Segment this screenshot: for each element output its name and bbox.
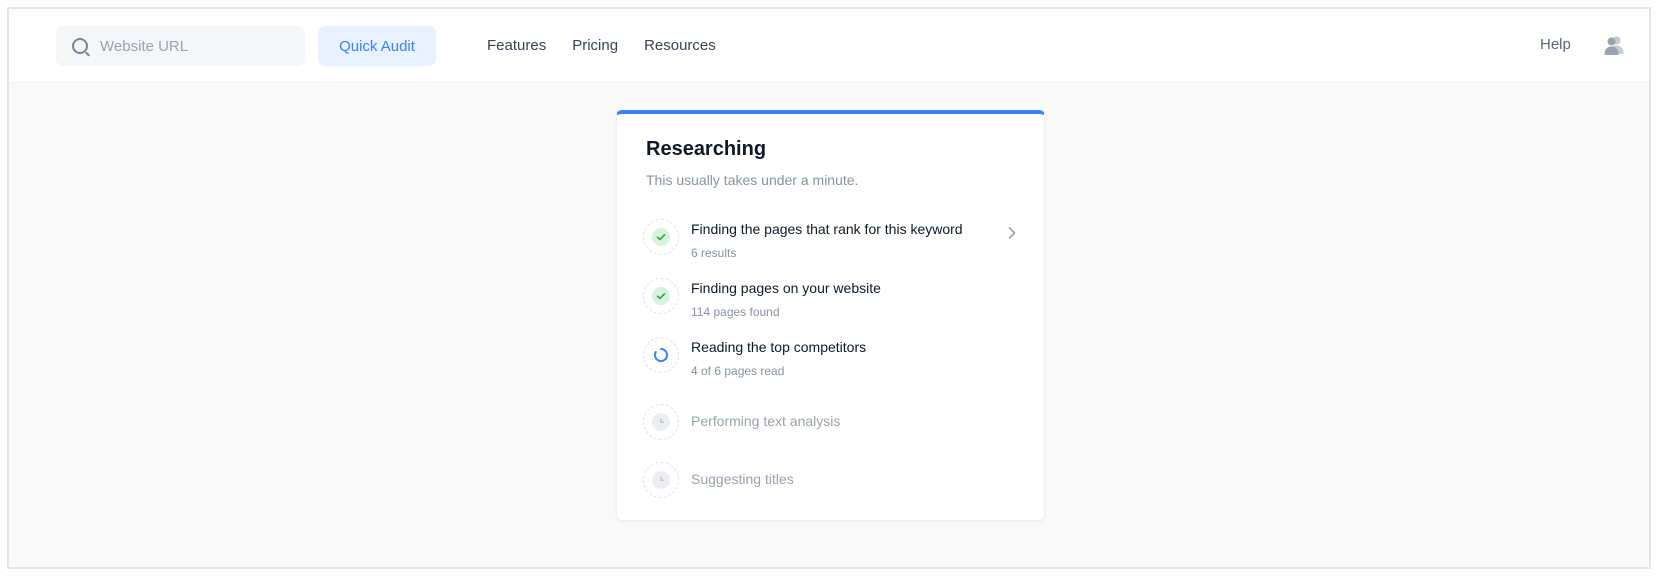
main-nav: Features Pricing Resources xyxy=(487,9,716,82)
app-window: Quick Audit Features Pricing Resources H… xyxy=(7,7,1651,569)
clock-icon xyxy=(652,471,670,489)
step-text-analysis: Performing text analysis xyxy=(643,404,1023,444)
step-status xyxy=(643,462,679,498)
step-find-website-pages: Finding pages on your website 114 pages … xyxy=(643,278,1023,319)
step-title: Finding pages on your website xyxy=(691,280,881,296)
step-detail: 6 results xyxy=(691,246,737,260)
step-status xyxy=(643,404,679,440)
step-suggest-titles: Suggesting titles xyxy=(643,462,1023,502)
step-status xyxy=(643,219,679,255)
nav-resources[interactable]: Resources xyxy=(644,37,716,54)
step-title: Finding the pages that rank for this key… xyxy=(691,221,963,237)
step-find-ranking-pages[interactable]: Finding the pages that rank for this key… xyxy=(643,219,1023,260)
step-detail: 4 of 6 pages read xyxy=(691,364,785,378)
card-subtitle: This usually takes under a minute. xyxy=(646,172,859,188)
step-status xyxy=(643,278,679,314)
help-link[interactable]: Help xyxy=(1540,36,1571,53)
website-url-search[interactable] xyxy=(56,26,305,66)
clock-icon xyxy=(652,413,670,431)
step-read-competitors: Reading the top competitors 4 of 6 pages… xyxy=(643,337,1023,378)
step-title: Suggesting titles xyxy=(691,471,794,487)
step-title: Reading the top competitors xyxy=(691,339,867,355)
top-navigation-bar: Quick Audit Features Pricing Resources H… xyxy=(9,9,1649,83)
check-icon xyxy=(652,228,670,246)
card-title: Researching xyxy=(646,138,767,160)
quick-audit-button[interactable]: Quick Audit xyxy=(318,26,436,66)
step-detail: 114 pages found xyxy=(691,305,780,319)
search-icon xyxy=(72,38,88,54)
step-title: Performing text analysis xyxy=(691,413,841,429)
nav-features[interactable]: Features xyxy=(487,37,546,54)
users-icon[interactable] xyxy=(1603,34,1625,56)
research-progress-card: Researching This usually takes under a m… xyxy=(616,110,1045,521)
nav-pricing[interactable]: Pricing xyxy=(572,37,618,54)
check-icon xyxy=(652,287,670,305)
website-url-input[interactable] xyxy=(98,36,282,56)
step-status xyxy=(643,337,679,373)
chevron-right-icon[interactable] xyxy=(1007,226,1017,245)
spinner-icon xyxy=(654,348,668,362)
